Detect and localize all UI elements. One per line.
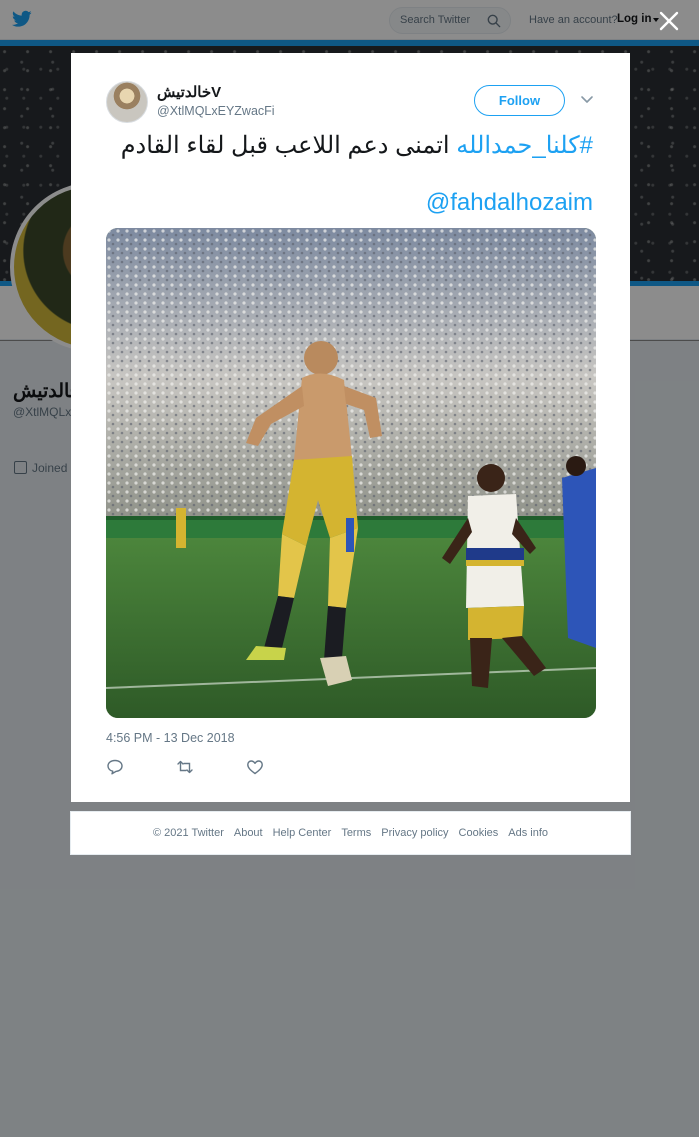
- football-celebration-photo: [106, 228, 596, 718]
- tweet-body-text: اتمنى دعم اللاعب قبل لقاء القادم: [120, 132, 457, 159]
- footer-link-ads-info[interactable]: Ads info: [508, 827, 548, 839]
- author-name[interactable]: خالدتيشV: [157, 83, 221, 101]
- footer-copyright: © 2021 Twitter: [152, 827, 224, 839]
- mention-link[interactable]: @fahdalhozaim: [426, 189, 593, 217]
- footer-link-terms[interactable]: Terms: [341, 827, 371, 839]
- author-avatar[interactable]: [106, 81, 148, 123]
- footer-link-about[interactable]: About: [234, 827, 263, 839]
- footer-link-privacy-policy[interactable]: Privacy policy: [381, 827, 448, 839]
- close-icon[interactable]: [658, 10, 680, 32]
- retweet-icon[interactable]: [176, 759, 194, 775]
- tweet-timestamp[interactable]: 4:56 PM - 13 Dec 2018: [106, 731, 235, 745]
- chevron-down-icon[interactable]: [580, 95, 594, 105]
- tweet-photo[interactable]: [106, 228, 596, 718]
- like-icon[interactable]: [246, 759, 264, 775]
- footer: © 2021 Twitter About Help Center Terms P…: [70, 811, 631, 855]
- tweet-modal: خالدتيشV @XtlMQLxEYZwacFi Follow #كلنا_ح…: [71, 53, 630, 802]
- follow-button[interactable]: Follow: [474, 85, 565, 116]
- author-handle[interactable]: @XtlMQLxEYZwacFi: [157, 104, 275, 118]
- tweet-text: #كلنا_حمدالله اتمنى دعم اللاعب قبل لقاء …: [101, 131, 593, 161]
- reply-icon[interactable]: [106, 759, 124, 775]
- footer-link-cookies[interactable]: Cookies: [459, 827, 499, 839]
- footer-link-help-center[interactable]: Help Center: [273, 827, 332, 839]
- hashtag-link[interactable]: #كلنا_حمدالله: [456, 132, 593, 159]
